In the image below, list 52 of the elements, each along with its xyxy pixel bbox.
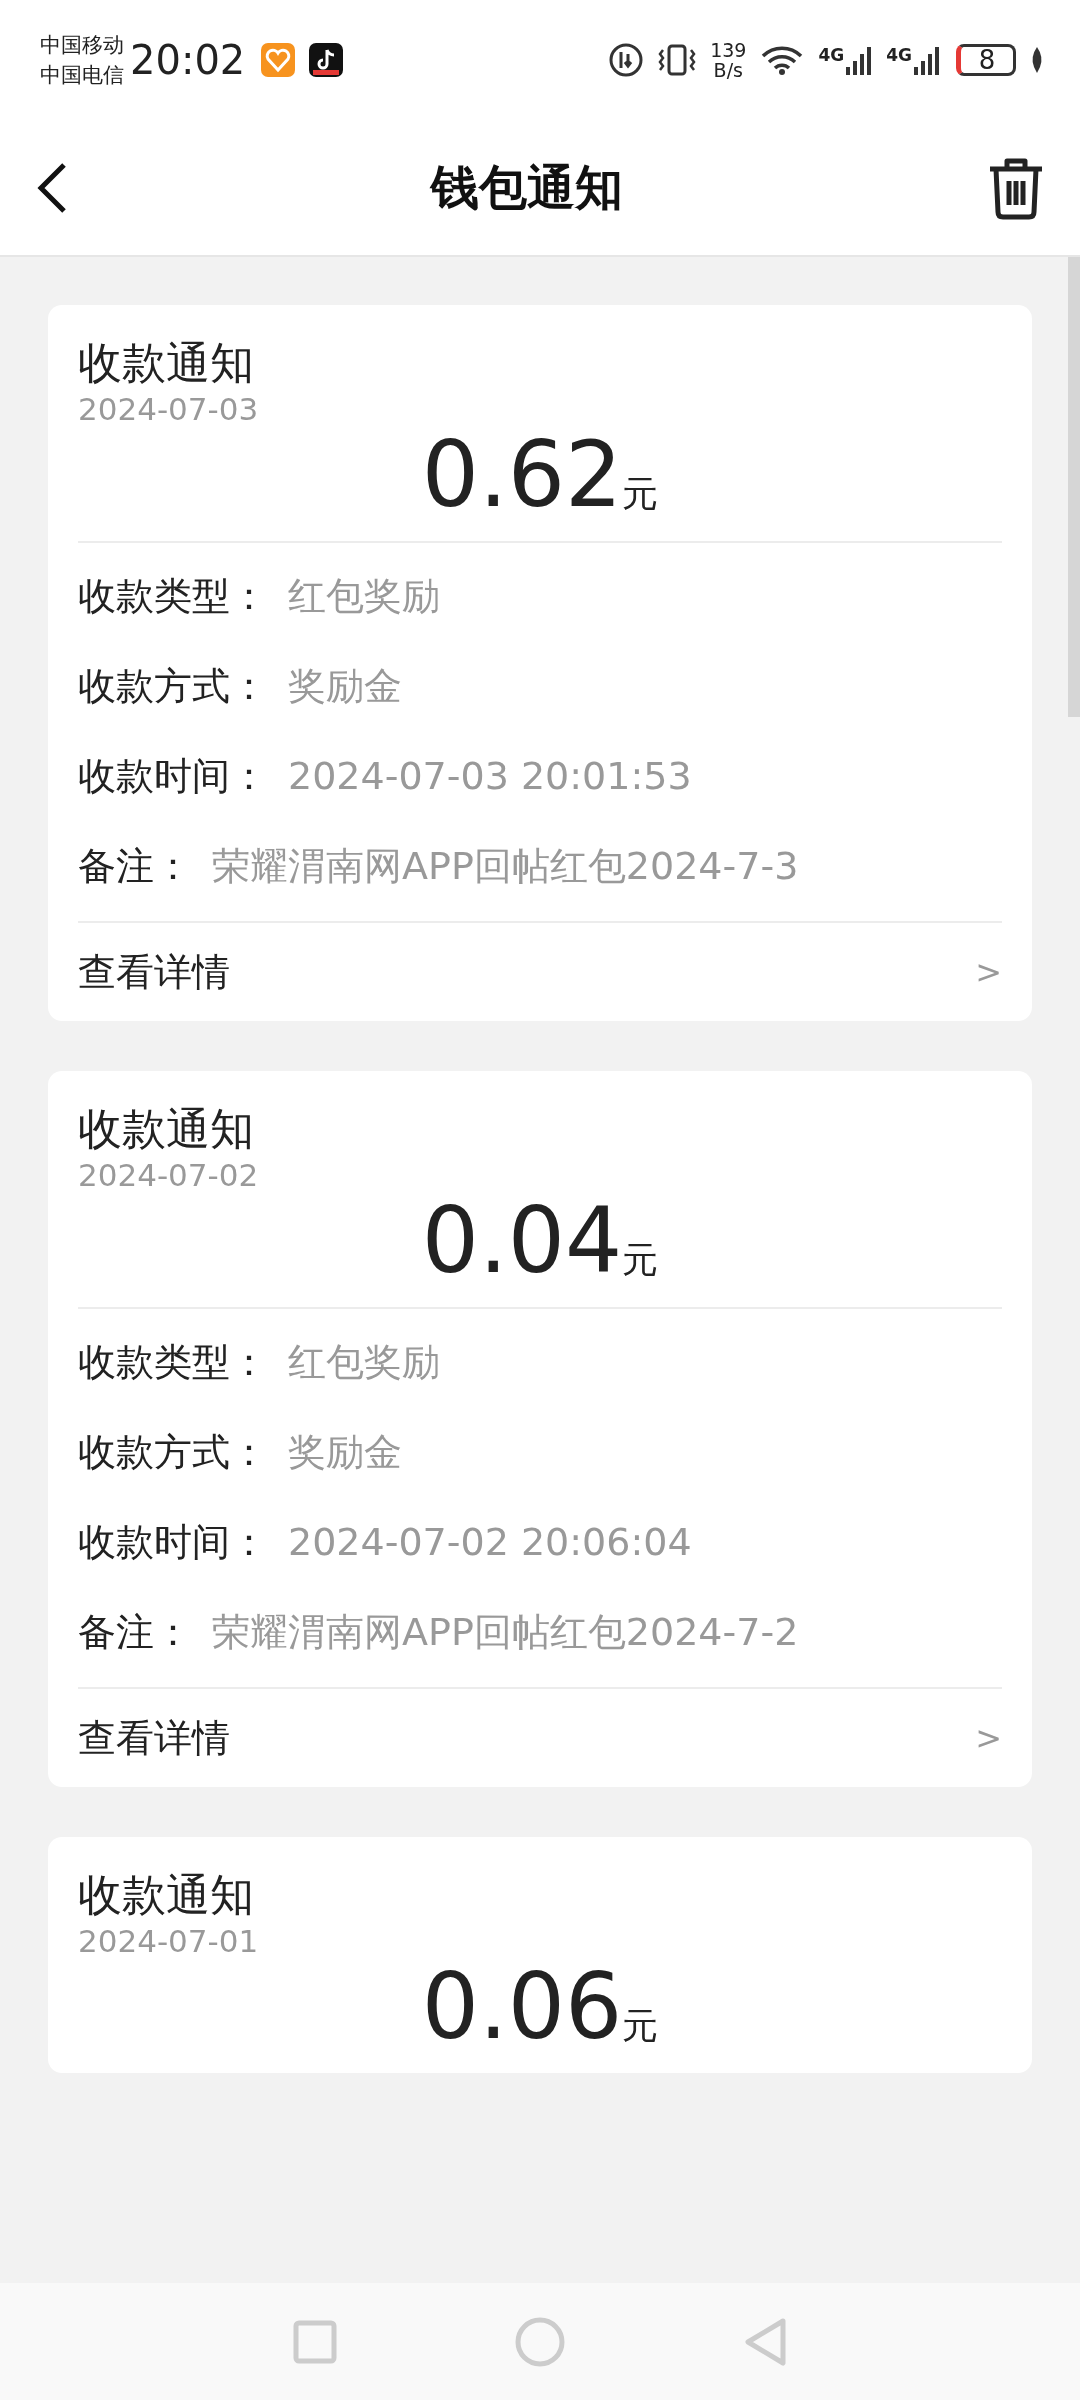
network-type: 4G: [886, 45, 912, 65]
back-button[interactable]: [36, 161, 68, 214]
wifi-icon: [760, 44, 805, 76]
field-value: 红包奖励: [288, 573, 440, 620]
carrier-name: 中国电信: [40, 62, 124, 89]
leaf-icon: [1030, 47, 1044, 73]
amount: 0.06: [421, 1955, 623, 2059]
notice-date: 2024-07-03: [78, 391, 260, 427]
vibrate-icon: [658, 42, 697, 78]
currency-unit: 元: [622, 2004, 659, 2048]
field-value: 荣耀渭南网APP回帖红包2024-7-3: [212, 843, 799, 890]
field-value: 2024-07-03 20:01:53: [288, 753, 692, 800]
field-value: 2024-07-02 20:06:04: [288, 1519, 692, 1566]
field-label: 收款方式：: [78, 1429, 268, 1476]
heart-app-icon: [261, 43, 296, 77]
field-label: 备注：: [78, 843, 192, 890]
field-label: 收款时间：: [78, 1519, 268, 1566]
currency-unit: 元: [622, 1238, 659, 1282]
recents-button[interactable]: [293, 2319, 337, 2364]
data-saver-icon: [608, 42, 645, 78]
chevron: >: [975, 953, 1002, 991]
view-details-label: 查看详情: [78, 948, 230, 996]
notice-date: 2024-07-02: [78, 1157, 260, 1193]
network-speed: 139 B/s: [710, 40, 747, 80]
field-label: 收款方式：: [78, 663, 268, 710]
page-title: 钱包通知: [431, 157, 623, 217]
carrier-name: 中国移动: [40, 32, 124, 59]
battery-indicator: 8: [956, 44, 1016, 76]
home-button[interactable]: [515, 2316, 565, 2367]
field-value: 荣耀渭南网APP回帖红包2024-7-2: [212, 1609, 799, 1656]
view-details-label: 查看详情: [78, 1714, 230, 1762]
notice-title: 收款通知: [78, 336, 255, 390]
signal-bars-icon: [914, 45, 942, 75]
field-label: 收款时间：: [78, 753, 268, 800]
notice-date: 2024-07-01: [78, 1923, 260, 1959]
field-value: 红包奖励: [288, 1339, 440, 1386]
field-value: 奖励金: [288, 1429, 402, 1476]
chevron: >: [975, 1719, 1002, 1757]
field-label: 收款类型：: [78, 573, 268, 620]
amount: 0.62: [421, 423, 623, 527]
amount: 0.04: [421, 1189, 623, 1293]
music-note-app-icon: [309, 43, 344, 77]
back-icon: [36, 161, 68, 214]
clock: 20:02: [130, 37, 246, 83]
notice-title: 收款通知: [78, 1102, 255, 1156]
back-nav-button[interactable]: [743, 2316, 787, 2367]
currency-unit: 元: [622, 472, 659, 516]
network-type: 4G: [818, 45, 845, 65]
field-value: 奖励金: [288, 663, 402, 710]
notice-title: 收款通知: [78, 1868, 255, 1922]
field-label: 收款类型：: [78, 1339, 268, 1386]
field-label: 备注：: [78, 1609, 192, 1656]
